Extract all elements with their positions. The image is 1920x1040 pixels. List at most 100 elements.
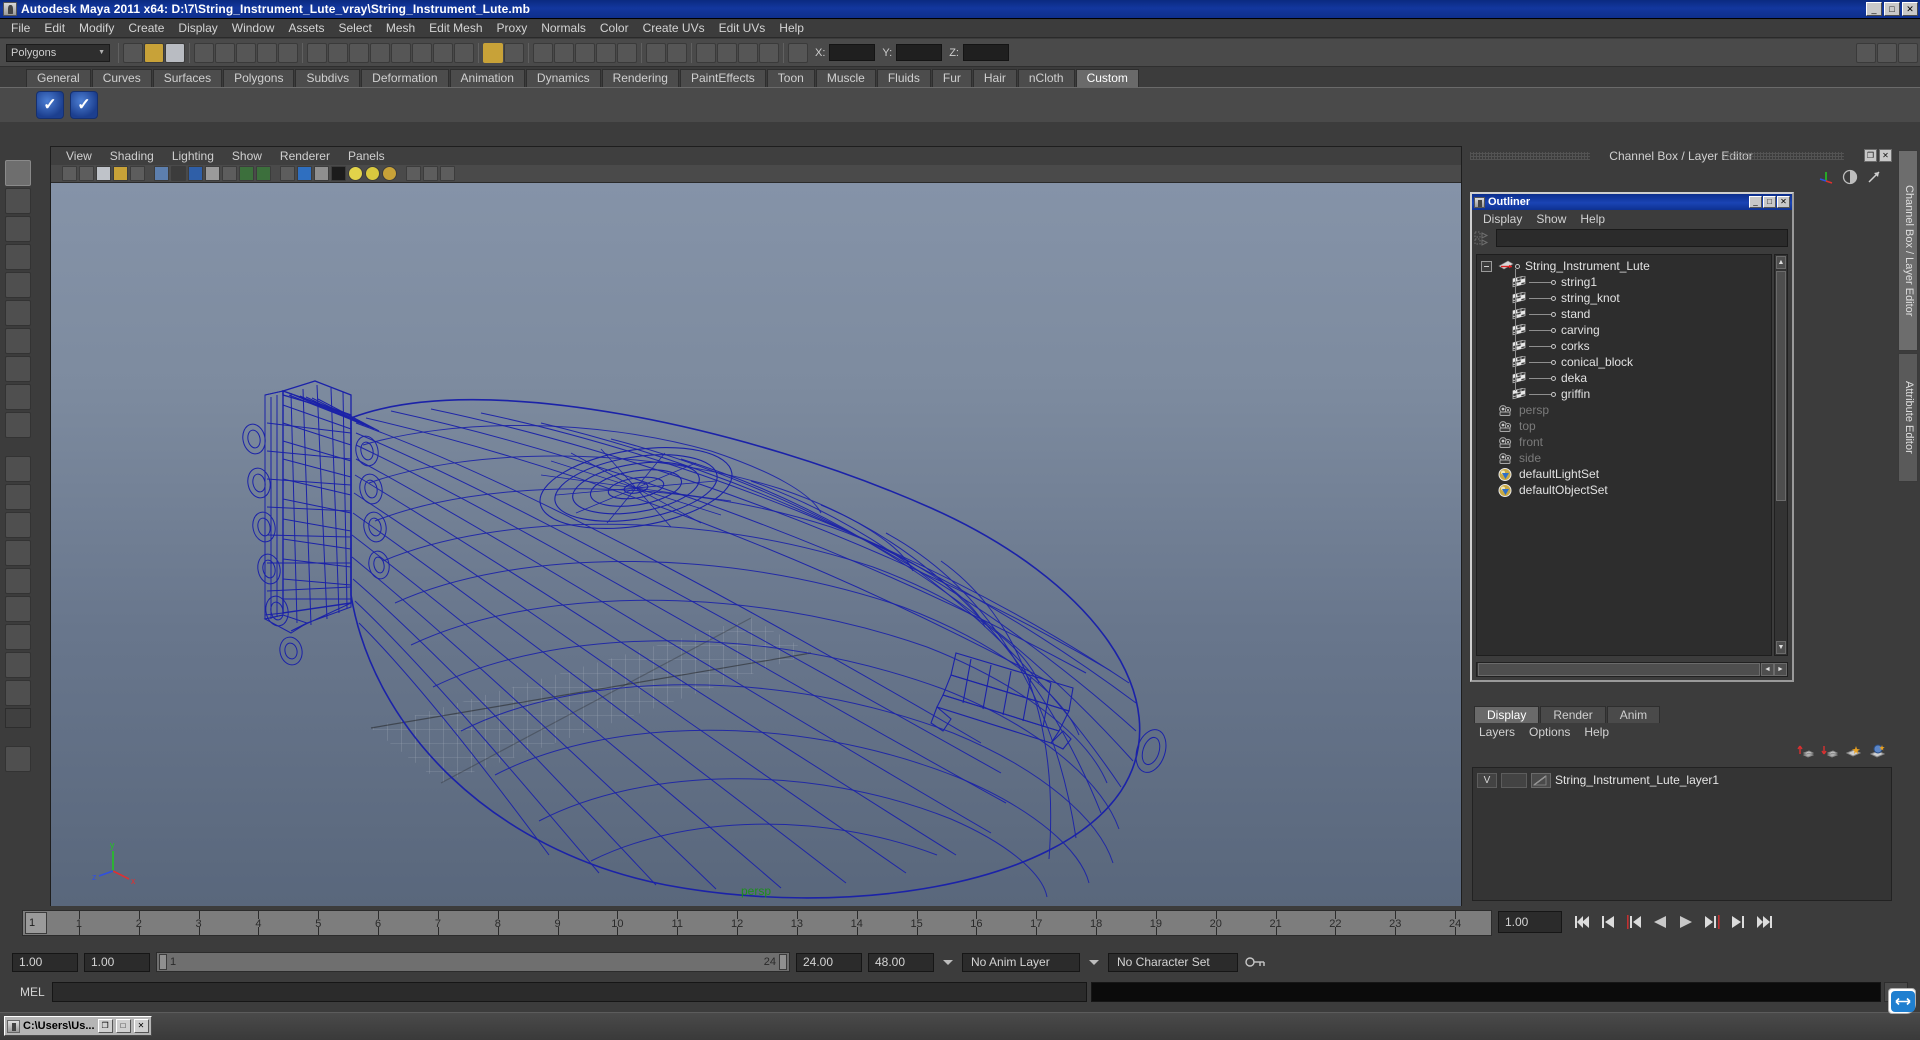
outliner-item-top[interactable]: top [1477,418,1771,434]
axis-x-field[interactable] [829,44,876,61]
uvs-mask-icon[interactable] [391,42,411,63]
select-by-object-type-icon[interactable] [257,42,277,63]
layer-visibility-toggle[interactable]: V [1477,772,1497,788]
menu-item-edit-mesh[interactable]: Edit Mesh [422,19,489,37]
layout-persp-graph-icon[interactable] [5,540,31,566]
render-current-frame-icon[interactable] [554,42,574,63]
move-layer-down-icon[interactable] [1821,744,1839,759]
shelf-item-check-1[interactable] [36,91,64,119]
rotate-tool-icon[interactable] [5,272,31,298]
select-tool-icon[interactable] [5,160,31,186]
taskbar-restore-button[interactable]: ❐ [97,1019,113,1033]
shelf-tab-animation[interactable]: Animation [449,69,525,87]
anim-layer-field[interactable]: No Anim Layer [962,952,1080,972]
shelf-tab-fur[interactable]: Fur [931,69,972,87]
outliner-item-string_instrument_lute[interactable]: String_Instrument_Lute [1477,258,1771,274]
menu-item-color[interactable]: Color [593,19,636,37]
menu-item-edit[interactable]: Edit [37,19,72,37]
outliner-item-griffin[interactable]: griffin [1477,386,1771,402]
construction-history-icon[interactable] [533,42,553,63]
play-forwards-button[interactable] [1676,913,1696,931]
outliner-item-defaultobjectset[interactable]: defaultObjectSet [1477,482,1771,498]
layout-outliner-persp-icon[interactable] [5,624,31,650]
go-to-end-button[interactable] [1754,913,1774,931]
toggle-modeling-toolkit-icon[interactable] [1856,42,1876,63]
scroll-down-arrow[interactable]: ▼ [1776,641,1786,654]
texture-smoothing-icon[interactable] [331,166,346,181]
dock-close-button[interactable]: ✕ [1879,149,1892,162]
camera-attributes-icon[interactable] [79,166,94,181]
current-frame-field[interactable]: 1.00 [1498,911,1562,933]
outliner-expander-toggle[interactable] [1481,260,1492,272]
viewport-menu-panels[interactable]: Panels [339,148,394,164]
layer-editor-tab-render[interactable]: Render [1540,706,1606,723]
layer-editor-menu-help[interactable]: Help [1577,724,1616,740]
menu-item-create[interactable]: Create [121,19,171,37]
smooth-shade-all-icon[interactable] [171,166,186,181]
outliner-item-conical_block[interactable]: conical_block [1477,354,1771,370]
scale-tool-icon[interactable] [5,300,31,326]
maximize-button[interactable]: □ [1884,2,1900,16]
help-bubble-icon[interactable] [1888,988,1916,1014]
move-tool-icon[interactable] [5,244,31,270]
ipr-render-icon[interactable] [575,42,595,63]
layer-list[interactable]: V String_Instrument_Lute_layer1 [1472,767,1892,901]
universal-manipulator-icon[interactable] [5,328,31,354]
outliner-item-persp[interactable]: persp [1477,402,1771,418]
outliner-search-input[interactable] [1496,229,1788,247]
animation-start-field[interactable]: 1.00 [12,952,78,972]
time-slider-current-frame-marker[interactable]: 1 [25,912,47,934]
smoothness-preview-icon[interactable] [314,166,329,181]
playback-end-field[interactable]: 24.00 [796,952,862,972]
paint-selection-tool-icon[interactable] [5,216,31,242]
menu-item-normals[interactable]: Normals [534,19,593,37]
outliner-item-defaultlightset[interactable]: defaultLightSet [1477,466,1771,482]
animation-end-field[interactable]: 48.00 [868,952,934,972]
outliner-item-carving[interactable]: carving [1477,322,1771,338]
scroll-left-arrow[interactable]: ◄ [1761,663,1774,676]
dock-grip-right[interactable] [1724,152,1844,160]
layout-persp-outliner-icon[interactable] [5,512,31,538]
new-scene-icon[interactable] [123,42,143,63]
anim-layer-dropdown-arrow[interactable] [940,953,956,971]
select-camera-icon[interactable] [62,166,77,181]
bookmarks-icon[interactable] [96,166,111,181]
lines-mask-icon[interactable] [349,42,369,63]
menu-item-proxy[interactable]: Proxy [490,19,535,37]
step-forward-frame-button[interactable] [1702,913,1722,931]
menu-item-window[interactable]: Window [225,19,282,37]
shade-with-textures-icon[interactable] [188,166,203,181]
viewport-menu-lighting[interactable]: Lighting [163,148,223,164]
menu-item-assets[interactable]: Assets [281,19,331,37]
animation-preferences-icon[interactable] [1244,953,1266,971]
layer-row[interactable]: V String_Instrument_Lute_layer1 [1473,771,1891,789]
new-layer-icon[interactable] [1845,744,1862,759]
paint-effects-canvas-icon[interactable] [5,746,31,772]
menu-item-mesh[interactable]: Mesh [379,19,422,37]
viewport-menu-view[interactable]: View [57,148,101,164]
side-tab-attribute-editor[interactable]: Attribute Editor [1898,353,1918,483]
menu-item-select[interactable]: Select [331,19,378,37]
wireframe-shading-icon[interactable] [154,166,169,181]
scroll-up-arrow[interactable]: ▲ [1776,256,1786,269]
toggle-channel-box-icon[interactable] [1877,42,1897,63]
outliner-item-string_knot[interactable]: string_knot [1477,290,1771,306]
taskbar-close-button[interactable]: ✕ [133,1019,149,1033]
shelf-tab-surfaces[interactable]: Surfaces [152,69,223,87]
render-settings-icon[interactable] [596,42,616,63]
points-mask-icon[interactable] [328,42,348,63]
side-tab-channel-box-layer-editor[interactable]: Channel Box / Layer Editor [1898,150,1918,352]
select-by-component-icon[interactable] [278,42,298,63]
menuset-select[interactable]: Polygons ▼ [6,43,110,62]
outliner-menu-show[interactable]: Show [1529,211,1573,227]
layout-persp-render-icon[interactable] [5,596,31,622]
use-all-lights-icon[interactable] [205,166,220,181]
menu-item-create-uvs[interactable]: Create UVs [636,19,712,37]
menu-item-edit-uvs[interactable]: Edit UVs [712,19,773,37]
outliner-maximize-button[interactable]: □ [1763,196,1776,208]
snap-to-curve-icon[interactable] [504,42,524,63]
layout-single-perspective-icon[interactable] [5,456,31,482]
range-start-handle[interactable] [159,954,167,970]
menu-item-display[interactable]: Display [171,19,224,37]
transform-axes-icon[interactable] [1818,169,1834,185]
